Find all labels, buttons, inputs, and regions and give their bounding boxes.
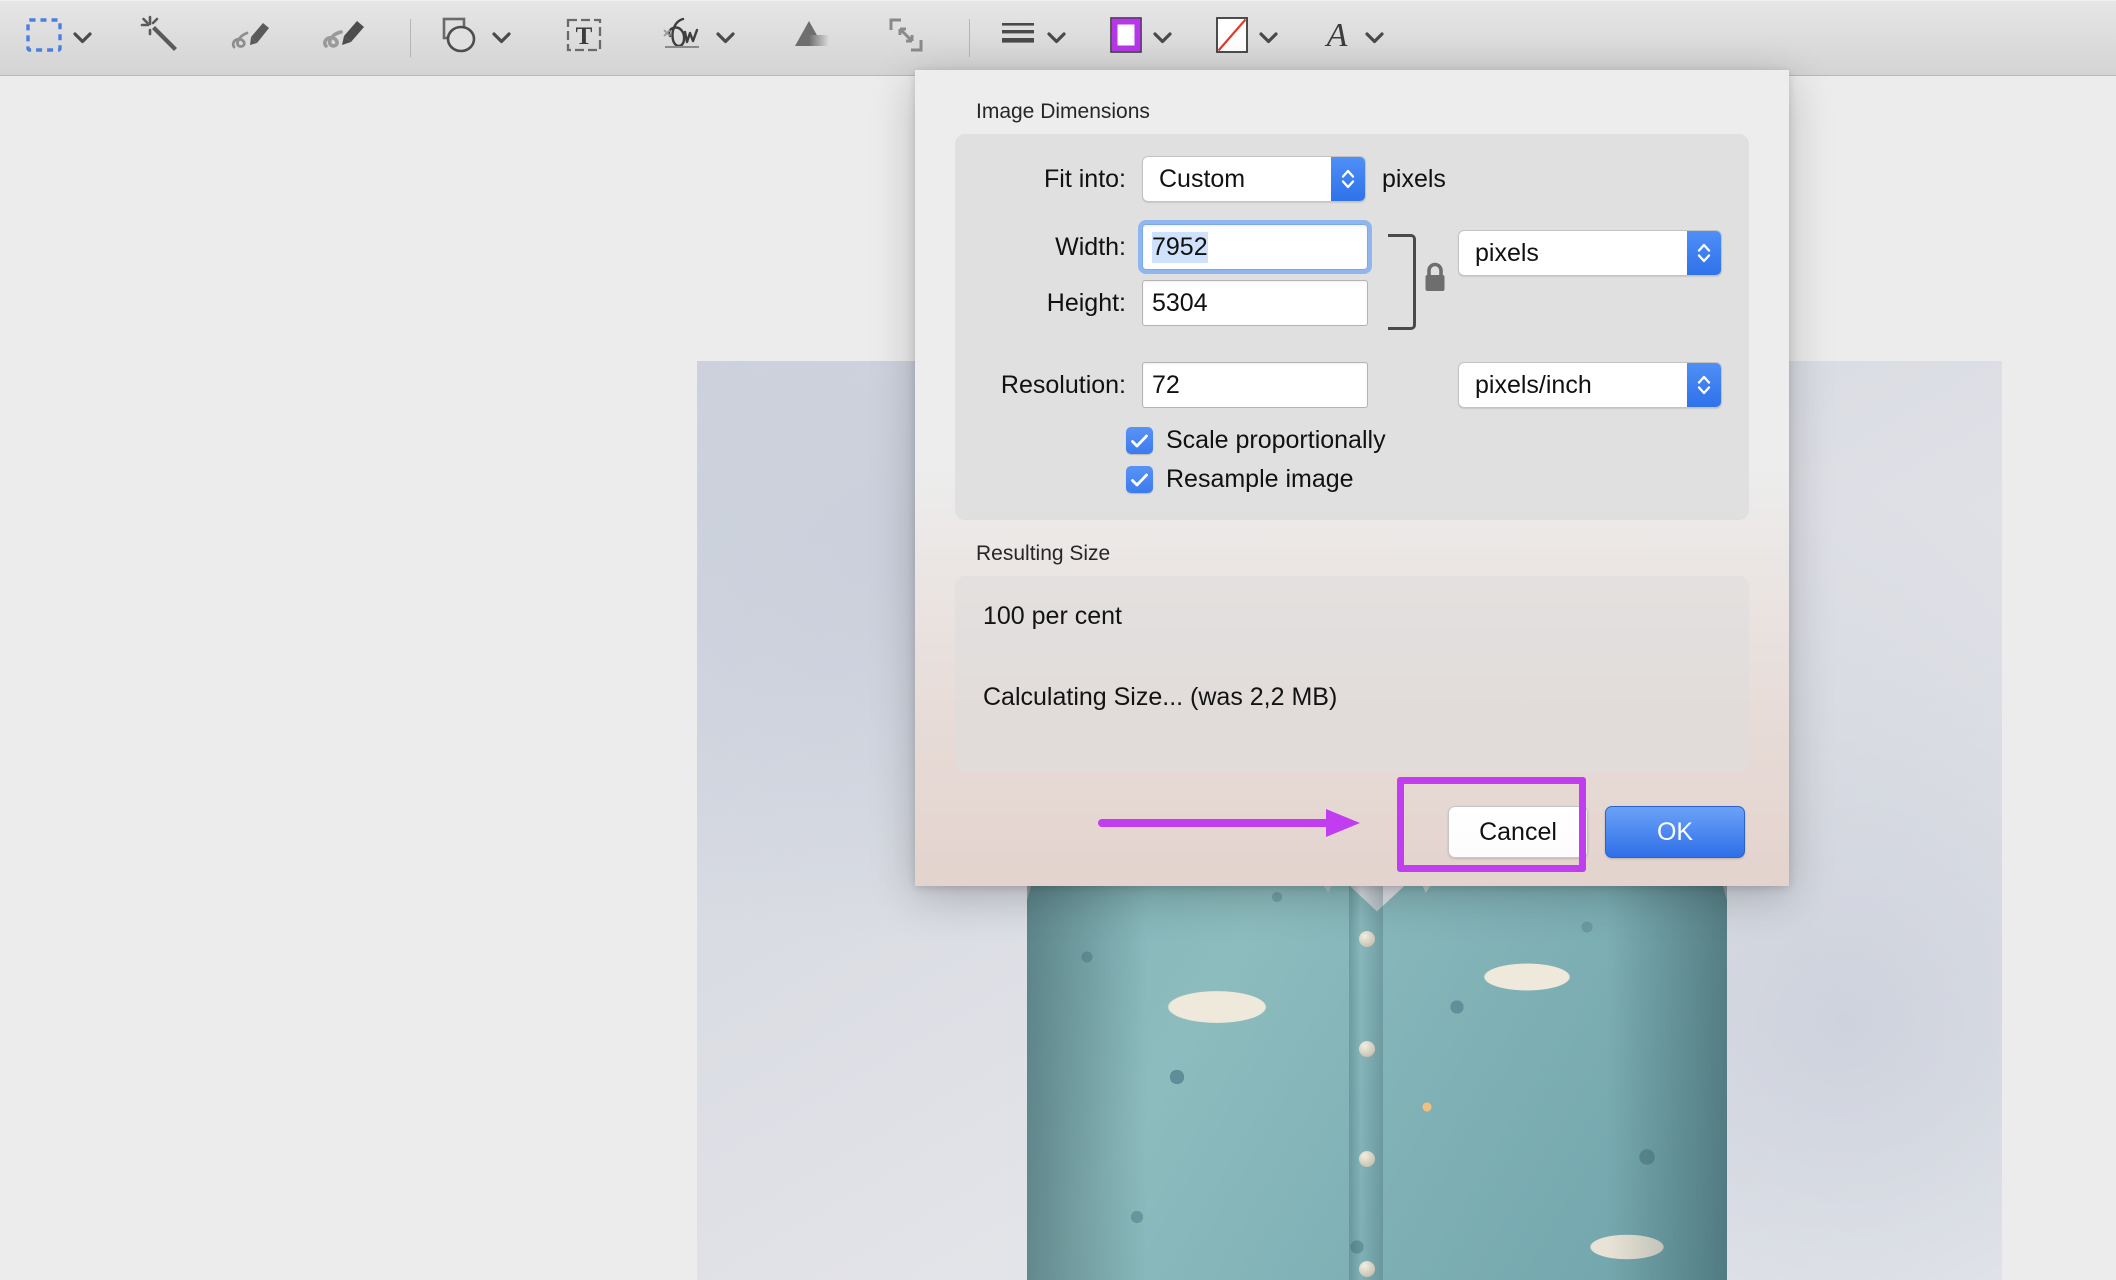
svg-text:T: T [576, 23, 593, 50]
image-dimensions-group: Fit into: Custom pixels Width: 7952 Heig… [955, 134, 1749, 520]
ok-button[interactable]: OK [1605, 806, 1745, 858]
font-tool-button[interactable]: A [1314, 10, 1390, 66]
height-label: Height: [1046, 288, 1126, 317]
lock-icon [1420, 260, 1450, 301]
signature-icon [657, 14, 707, 61]
resolution-unit-value: pixels/inch [1475, 370, 1592, 399]
toolbar-group-style: A [992, 10, 1390, 66]
scale-proportionally-label: Scale proportionally [1166, 426, 1386, 454]
chevron-down-icon[interactable] [716, 31, 735, 44]
resolution-unit-select[interactable]: pixels/inch [1458, 362, 1722, 408]
fit-into-unit-label: pixels [1382, 164, 1446, 193]
toolbar: T A [0, 0, 2116, 76]
scale-proportionally-row[interactable]: Scale proportionally [1126, 426, 1725, 455]
instant-alpha-tool-button[interactable] [132, 10, 188, 66]
resulting-size-group: 100 per cent Calculating Size... (was 2,… [955, 576, 1749, 772]
resolution-value: 72 [1152, 370, 1180, 399]
adjust-color-tool-button[interactable] [781, 10, 839, 66]
shirt-button [1359, 931, 1375, 947]
draw-tool-button[interactable] [314, 10, 374, 66]
toolbar-separator-2 [969, 18, 970, 57]
chevron-down-icon[interactable] [1365, 31, 1384, 44]
dialog-button-row: Cancel OK [955, 806, 1749, 858]
image-size-dialog: Image Dimensions Fit into: Custom pixels… [915, 70, 1789, 886]
toolbar-group-objects: T [433, 10, 933, 66]
size-unit-wrap: pixels [1458, 230, 1722, 276]
fit-into-value: Custom [1159, 164, 1246, 193]
marker-icon [320, 13, 368, 62]
resulting-size-text: Calculating Size... (was 2,2 MB) [983, 683, 1338, 711]
fit-into-stepper-arrows[interactable] [1331, 157, 1365, 201]
purple-square-icon [1108, 15, 1144, 60]
text-box-icon: T [563, 14, 605, 61]
image-dimensions-group-label: Image Dimensions [976, 100, 1150, 123]
width-label: Width: [1055, 232, 1126, 261]
resolution-row: Resolution: 72 pixels/inch [979, 362, 1725, 408]
resolution-unit-stepper-arrows[interactable] [1687, 363, 1721, 407]
fit-into-row: Fit into: Custom pixels [979, 156, 1725, 202]
text-tool-button[interactable]: T [557, 10, 611, 66]
width-input[interactable]: 7952 [1138, 220, 1372, 274]
shapes-tool-button[interactable] [433, 10, 517, 66]
fit-into-label: Fit into: [1044, 164, 1126, 193]
cancel-button[interactable]: Cancel [1448, 806, 1588, 858]
border-color-tool-button[interactable] [1102, 10, 1178, 66]
resulting-percent: 100 per cent [983, 602, 1122, 630]
magic-wand-icon [138, 13, 182, 62]
shirt-button [1359, 1261, 1375, 1277]
chevron-down-icon[interactable] [492, 31, 511, 44]
dashed-rect-icon [24, 15, 64, 60]
no-fill-icon [1214, 15, 1250, 60]
chevron-down-icon[interactable] [1047, 31, 1066, 44]
chevron-down-icon[interactable] [1259, 31, 1278, 44]
italic-a-icon: A [1320, 15, 1356, 60]
resample-image-row[interactable]: Resample image [1126, 465, 1725, 494]
prism-icon [787, 15, 833, 60]
shapes-icon [439, 14, 483, 61]
size-unit-select[interactable]: pixels [1458, 230, 1722, 276]
scale-proportionally-checkbox[interactable] [1126, 427, 1153, 454]
adjust-size-tool-button[interactable] [879, 10, 933, 66]
height-row: Height: 5304 [979, 280, 1368, 326]
toolbar-group-markup [18, 10, 374, 66]
resize-arrows-icon [885, 14, 927, 61]
size-unit-stepper-arrows[interactable] [1687, 231, 1721, 275]
sketch-tool-button[interactable] [222, 10, 280, 66]
size-unit-value: pixels [1475, 238, 1539, 267]
resample-image-label: Resample image [1166, 465, 1354, 493]
shirt-placket [1349, 866, 1383, 1280]
dimensions-block: Width: 7952 Height: 5304 pixels [979, 220, 1725, 340]
toolbar-separator-1 [410, 18, 411, 57]
selection-tool-button[interactable] [18, 10, 98, 66]
chevron-down-icon[interactable] [73, 31, 92, 44]
width-value: 7952 [1152, 231, 1208, 263]
svg-text:A: A [1325, 17, 1348, 54]
signature-tool-button[interactable] [651, 10, 741, 66]
pencil-icon [228, 13, 274, 62]
lines-icon [998, 17, 1038, 58]
resolution-label: Resolution: [1000, 370, 1126, 399]
resolution-input[interactable]: 72 [1142, 362, 1368, 408]
shirt-button [1359, 1151, 1375, 1167]
link-bracket-icon [1388, 234, 1416, 330]
app-window: T A Image Dimensions Fit into: Custom pi… [0, 0, 2116, 1280]
resulting-size-group-label: Resulting Size [976, 542, 1111, 565]
shape-style-tool-button[interactable] [992, 10, 1072, 66]
resample-image-checkbox[interactable] [1126, 466, 1153, 493]
fit-into-select[interactable]: Custom [1142, 156, 1366, 202]
shirt-button [1359, 1041, 1375, 1057]
fill-color-tool-button[interactable] [1208, 10, 1284, 66]
height-input[interactable]: 5304 [1142, 280, 1368, 326]
chevron-down-icon[interactable] [1153, 31, 1172, 44]
width-row: Width: 7952 [979, 220, 1372, 274]
aspect-link-group [1382, 224, 1454, 340]
height-value: 5304 [1152, 288, 1208, 317]
